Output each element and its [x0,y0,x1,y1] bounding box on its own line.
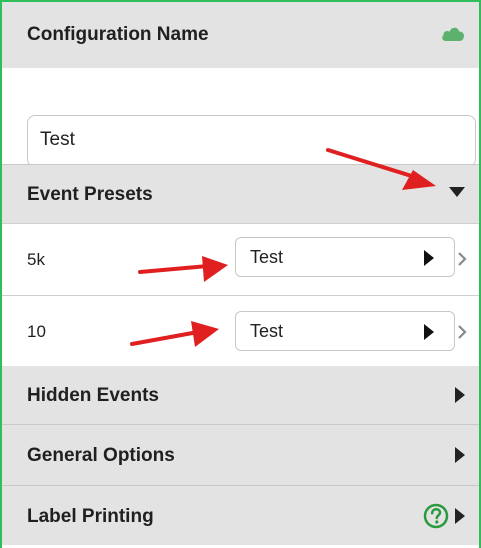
caret-right-icon[interactable] [455,387,465,403]
preset-select[interactable]: Test [235,237,455,277]
label-printing-title: Label Printing [27,506,154,527]
caret-down-icon[interactable] [449,187,465,197]
hidden-events-header[interactable]: Hidden Events [2,366,479,424]
event-presets-header[interactable]: Event Presets [2,164,479,223]
preset-select-value: Test [250,247,284,267]
event-label: 5k [27,250,45,269]
caret-right-icon[interactable] [455,447,465,463]
event-preset-row: 10 Test [2,295,479,366]
general-options-title: General Options [27,445,175,466]
help-icon[interactable] [423,503,449,534]
label-printing-header[interactable]: Label Printing [2,485,479,545]
label-printing-actions [423,503,465,534]
event-label: 10 [27,322,46,341]
chevron-right-icon[interactable] [457,251,467,272]
caret-right-icon[interactable] [455,508,465,529]
cloud-icon[interactable] [441,26,465,42]
configuration-name-title: Configuration Name [27,24,209,45]
event-presets-title: Event Presets [27,184,153,205]
preset-select-value: Test [250,321,284,341]
configuration-name-header: Configuration Name [2,2,479,68]
general-options-header[interactable]: General Options [2,424,479,485]
caret-right-icon [424,324,434,345]
caret-right-icon [424,250,434,271]
configuration-panel: Configuration Name Event Presets 5k Test [0,0,481,548]
configuration-name-field[interactable] [27,115,476,167]
configuration-name-input[interactable] [40,129,440,151]
chevron-right-icon[interactable] [457,324,467,345]
preset-select[interactable]: Test [235,311,455,351]
event-preset-row: 5k Test [2,223,479,295]
hidden-events-title: Hidden Events [27,385,159,406]
